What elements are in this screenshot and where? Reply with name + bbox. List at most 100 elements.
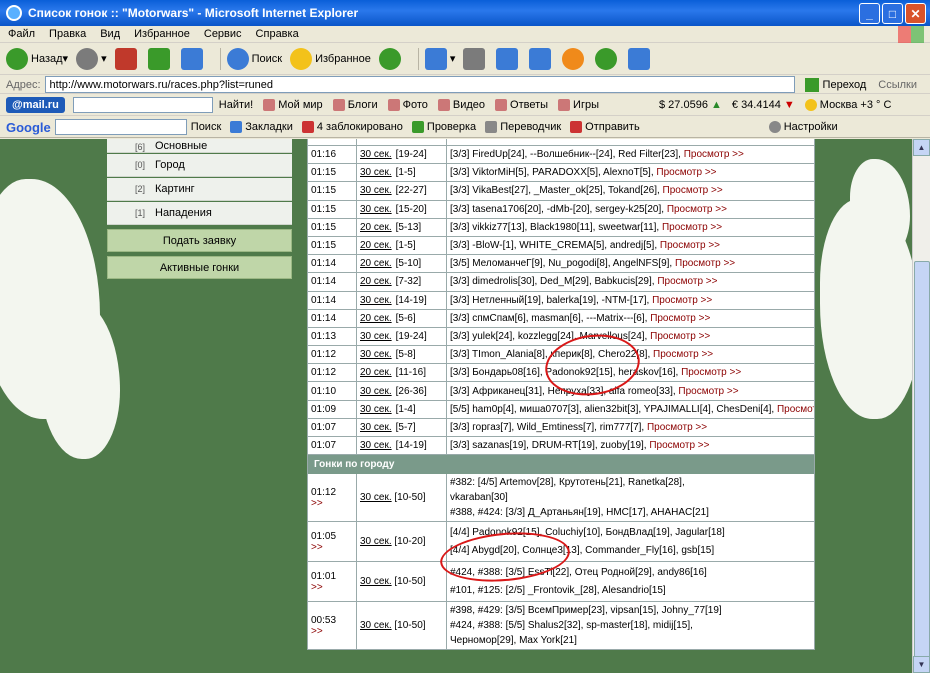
race-duration-link[interactable]: 30 сек. <box>360 149 392 160</box>
expand-link[interactable]: >> <box>311 542 323 553</box>
vertical-scrollbar[interactable]: ▲ ▼ <box>912 139 930 673</box>
race-duration-link[interactable]: 20 сек. <box>360 313 392 324</box>
scroll-thumb[interactable] <box>914 261 930 661</box>
view-link[interactable]: Просмотр >> <box>662 222 722 233</box>
send-button[interactable]: Отправить <box>570 121 640 133</box>
race-duration-link[interactable]: 30 сек. <box>360 536 392 547</box>
race-duration-link[interactable]: 30 сек. <box>360 440 392 451</box>
history-button[interactable] <box>378 47 404 70</box>
forward-button[interactable]: ▾ <box>76 47 107 70</box>
race-duration-link[interactable]: 30 сек. <box>360 185 392 196</box>
view-link[interactable]: Просмотр >> <box>657 276 717 287</box>
refresh-button[interactable] <box>147 47 173 70</box>
myworld-button[interactable]: Мой мир <box>263 99 323 111</box>
stop-button[interactable] <box>114 47 140 70</box>
scroll-up-arrow[interactable]: ▲ <box>913 139 930 156</box>
view-link[interactable]: Просмотр >> <box>650 331 710 342</box>
view-link[interactable]: Просмотр >> <box>652 295 712 306</box>
google-search-input[interactable] <box>54 119 187 135</box>
view-link[interactable]: Просмотр >> <box>656 167 716 178</box>
mail-search-input[interactable] <box>72 97 213 113</box>
race-duration-link[interactable]: 30 сек. <box>360 576 392 587</box>
table-row: 01:14 20 сек. [5-10] [3/5] МеломанчеГ[9],… <box>308 255 814 274</box>
race-duration-link[interactable]: 30 сек. <box>360 492 392 503</box>
menu-help[interactable]: Справка <box>256 28 299 40</box>
favorites-button[interactable]: Избранное <box>290 47 371 70</box>
view-link[interactable]: Просмотр >> <box>777 404 814 415</box>
menu-edit[interactable]: Правка <box>49 28 86 40</box>
view-link[interactable]: Просмотр >> <box>649 440 709 451</box>
menu-favorites[interactable]: Избранное <box>134 28 190 40</box>
bookmarks-button[interactable]: Закладки <box>230 121 293 133</box>
edit-button[interactable] <box>529 47 554 70</box>
race-duration-link[interactable]: 30 сек. <box>360 349 392 360</box>
contacts-button[interactable] <box>628 47 653 70</box>
messenger-button[interactable] <box>496 47 521 70</box>
menu-file[interactable]: Файл <box>8 28 35 40</box>
race-duration-link[interactable]: 20 сек. <box>360 258 392 269</box>
settings-button[interactable]: Настройки <box>768 121 838 133</box>
scroll-down-arrow[interactable]: ▼ <box>913 656 930 673</box>
view-link[interactable]: Просмотр >> <box>667 204 727 215</box>
race-duration-link[interactable]: 20 сек. <box>360 276 392 287</box>
expand-link[interactable]: >> <box>311 582 323 593</box>
translate-button[interactable]: Переводчик <box>485 121 561 133</box>
sidebar-item-city[interactable]: [0] Город <box>107 154 292 177</box>
expand-link[interactable]: >> <box>311 498 323 509</box>
photo-button[interactable]: Фото <box>387 99 428 111</box>
race-duration-link[interactable]: 30 сек. <box>360 386 392 397</box>
race-duration-link[interactable]: 30 сек. <box>360 204 392 215</box>
race-duration-link[interactable]: 30 сек. <box>360 167 392 178</box>
view-link[interactable]: Просмотр >> <box>650 313 710 324</box>
links-label[interactable]: Ссылки <box>878 79 917 91</box>
email-button[interactable] <box>562 47 587 70</box>
maximize-button[interactable]: □ <box>882 3 903 24</box>
view-link[interactable]: Просмотр >> <box>653 349 713 360</box>
popup-blocker[interactable]: 4 заблокировано <box>301 121 403 133</box>
icq-button[interactable] <box>595 47 620 70</box>
blogs-button[interactable]: Блоги <box>332 99 378 111</box>
race-duration-link[interactable]: 30 сек. <box>360 404 392 415</box>
race-duration-link[interactable]: 30 сек. <box>360 620 392 631</box>
close-button[interactable]: ✕ <box>905 3 926 24</box>
google-search-button[interactable]: Поиск <box>191 121 221 133</box>
video-button[interactable]: Видео <box>437 99 485 111</box>
view-link[interactable]: Просмотр >> <box>660 240 720 251</box>
view-link[interactable]: Просмотр >> <box>681 367 741 378</box>
view-link[interactable]: Просмотр >> <box>647 422 707 433</box>
view-link[interactable]: Просмотр >> <box>663 185 723 196</box>
view-link[interactable]: Просмотр >> <box>675 258 735 269</box>
race-duration-link[interactable]: 20 сек. <box>360 222 392 233</box>
spellcheck-button[interactable]: Проверка <box>411 121 476 133</box>
race-duration-link[interactable]: 30 сек. <box>360 331 392 342</box>
menu-tools[interactable]: Сервис <box>204 28 242 40</box>
address-input[interactable]: http://www.motorwars.ru/races.php?list=r… <box>44 76 795 93</box>
expand-link[interactable]: >> <box>311 626 323 637</box>
photo-icon <box>387 99 400 111</box>
search-button[interactable]: Поиск <box>226 47 282 70</box>
race-duration-link[interactable]: 20 сек. <box>360 240 392 251</box>
mail-button[interactable]: ▾ <box>424 47 455 70</box>
print-button[interactable] <box>463 47 488 70</box>
answers-button[interactable]: Ответы <box>495 99 548 111</box>
race-duration-link[interactable]: 30 сек. <box>360 422 392 433</box>
active-races-button[interactable]: Активные гонки <box>107 256 292 279</box>
race-duration-link[interactable]: 20 сек. <box>360 367 392 378</box>
back-button[interactable]: Назад ▾ <box>6 47 68 70</box>
view-link[interactable]: Просмотр >> <box>684 149 744 160</box>
sidebar-item-main[interactable]: [6] Основные <box>107 139 292 153</box>
eur-rate: € 34.4144 ▼ <box>731 99 795 111</box>
sidebar-item-karting[interactable]: [2] Картинг <box>107 178 292 201</box>
minimize-button[interactable]: _ <box>859 3 880 24</box>
menu-view[interactable]: Вид <box>100 28 120 40</box>
home-button[interactable] <box>180 47 206 70</box>
sidebar-item-attacks[interactable]: [1] Нападения <box>107 202 292 225</box>
games-button[interactable]: Игры <box>558 99 599 111</box>
view-link[interactable]: Просмотр >> <box>678 386 738 397</box>
race-duration-link[interactable]: 30 сек. <box>360 295 392 306</box>
apply-button[interactable]: Подать заявку <box>107 229 292 252</box>
mailru-logo[interactable]: @mail.ru <box>6 97 65 113</box>
weather[interactable]: Москва +3 ° C <box>804 99 891 111</box>
go-button[interactable]: Переход <box>804 77 866 92</box>
mail-find-button[interactable]: Найти! <box>219 99 253 111</box>
